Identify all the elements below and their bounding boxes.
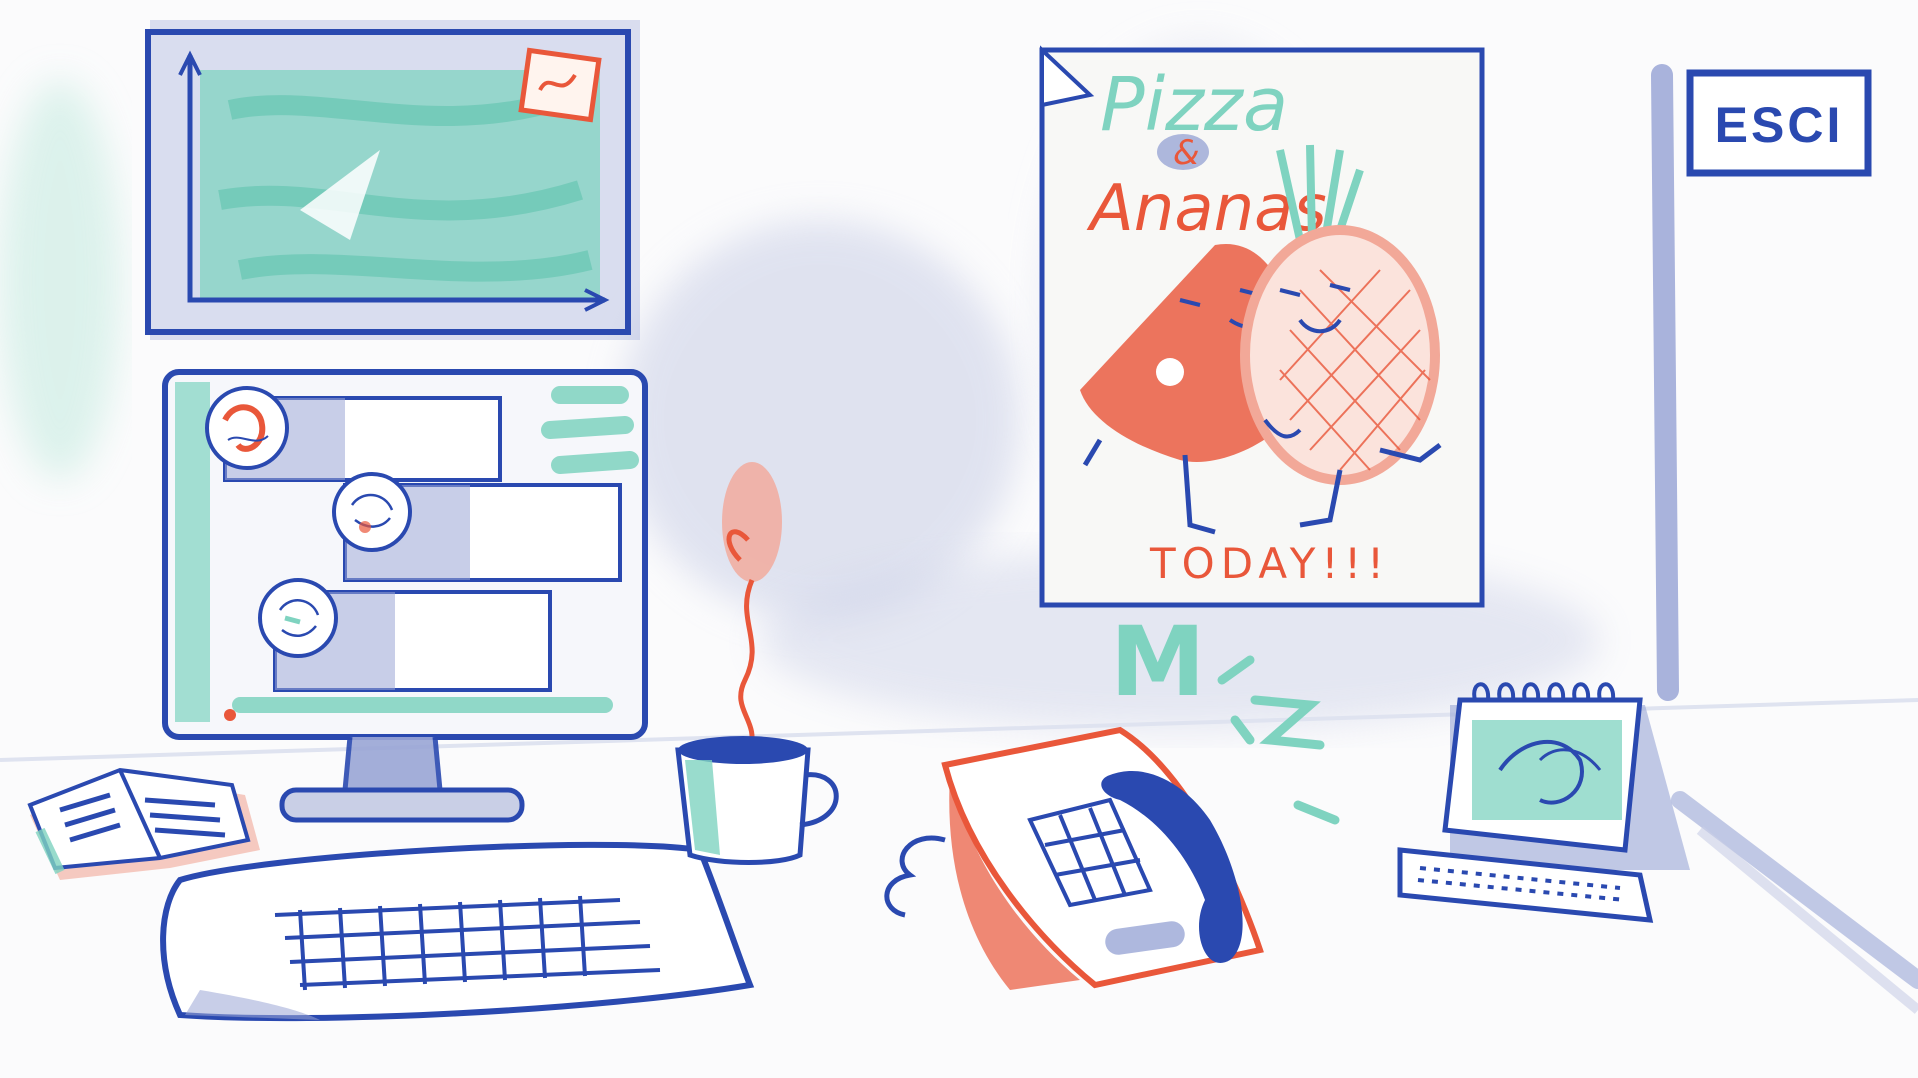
poster-title-amp: & [1173,133,1200,173]
exit-sign: ESCI [1686,69,1872,177]
poster-footer-today: TODAY!!! [1149,539,1390,588]
participant-avatar-1 [205,386,289,470]
participant-avatar-3 [258,578,338,658]
exit-sign-label: ESCI [1715,97,1844,153]
poster: Pizza & Ananas TODAY!!! [1039,45,1485,608]
ring-sound-text: M [1110,606,1206,718]
keyboard [160,841,755,1022]
telephone [884,726,1264,990]
participant-avatar-2 [332,472,412,552]
upper-monitor [145,20,640,340]
desk-calendar [1397,682,1690,923]
door-frame [1651,64,1918,1014]
chart-sticker-icon [518,47,602,123]
open-notebook [27,767,260,880]
office-desk-illustration: ESCI Pizza & Ananas TODAY!!! M [0,20,1918,1022]
